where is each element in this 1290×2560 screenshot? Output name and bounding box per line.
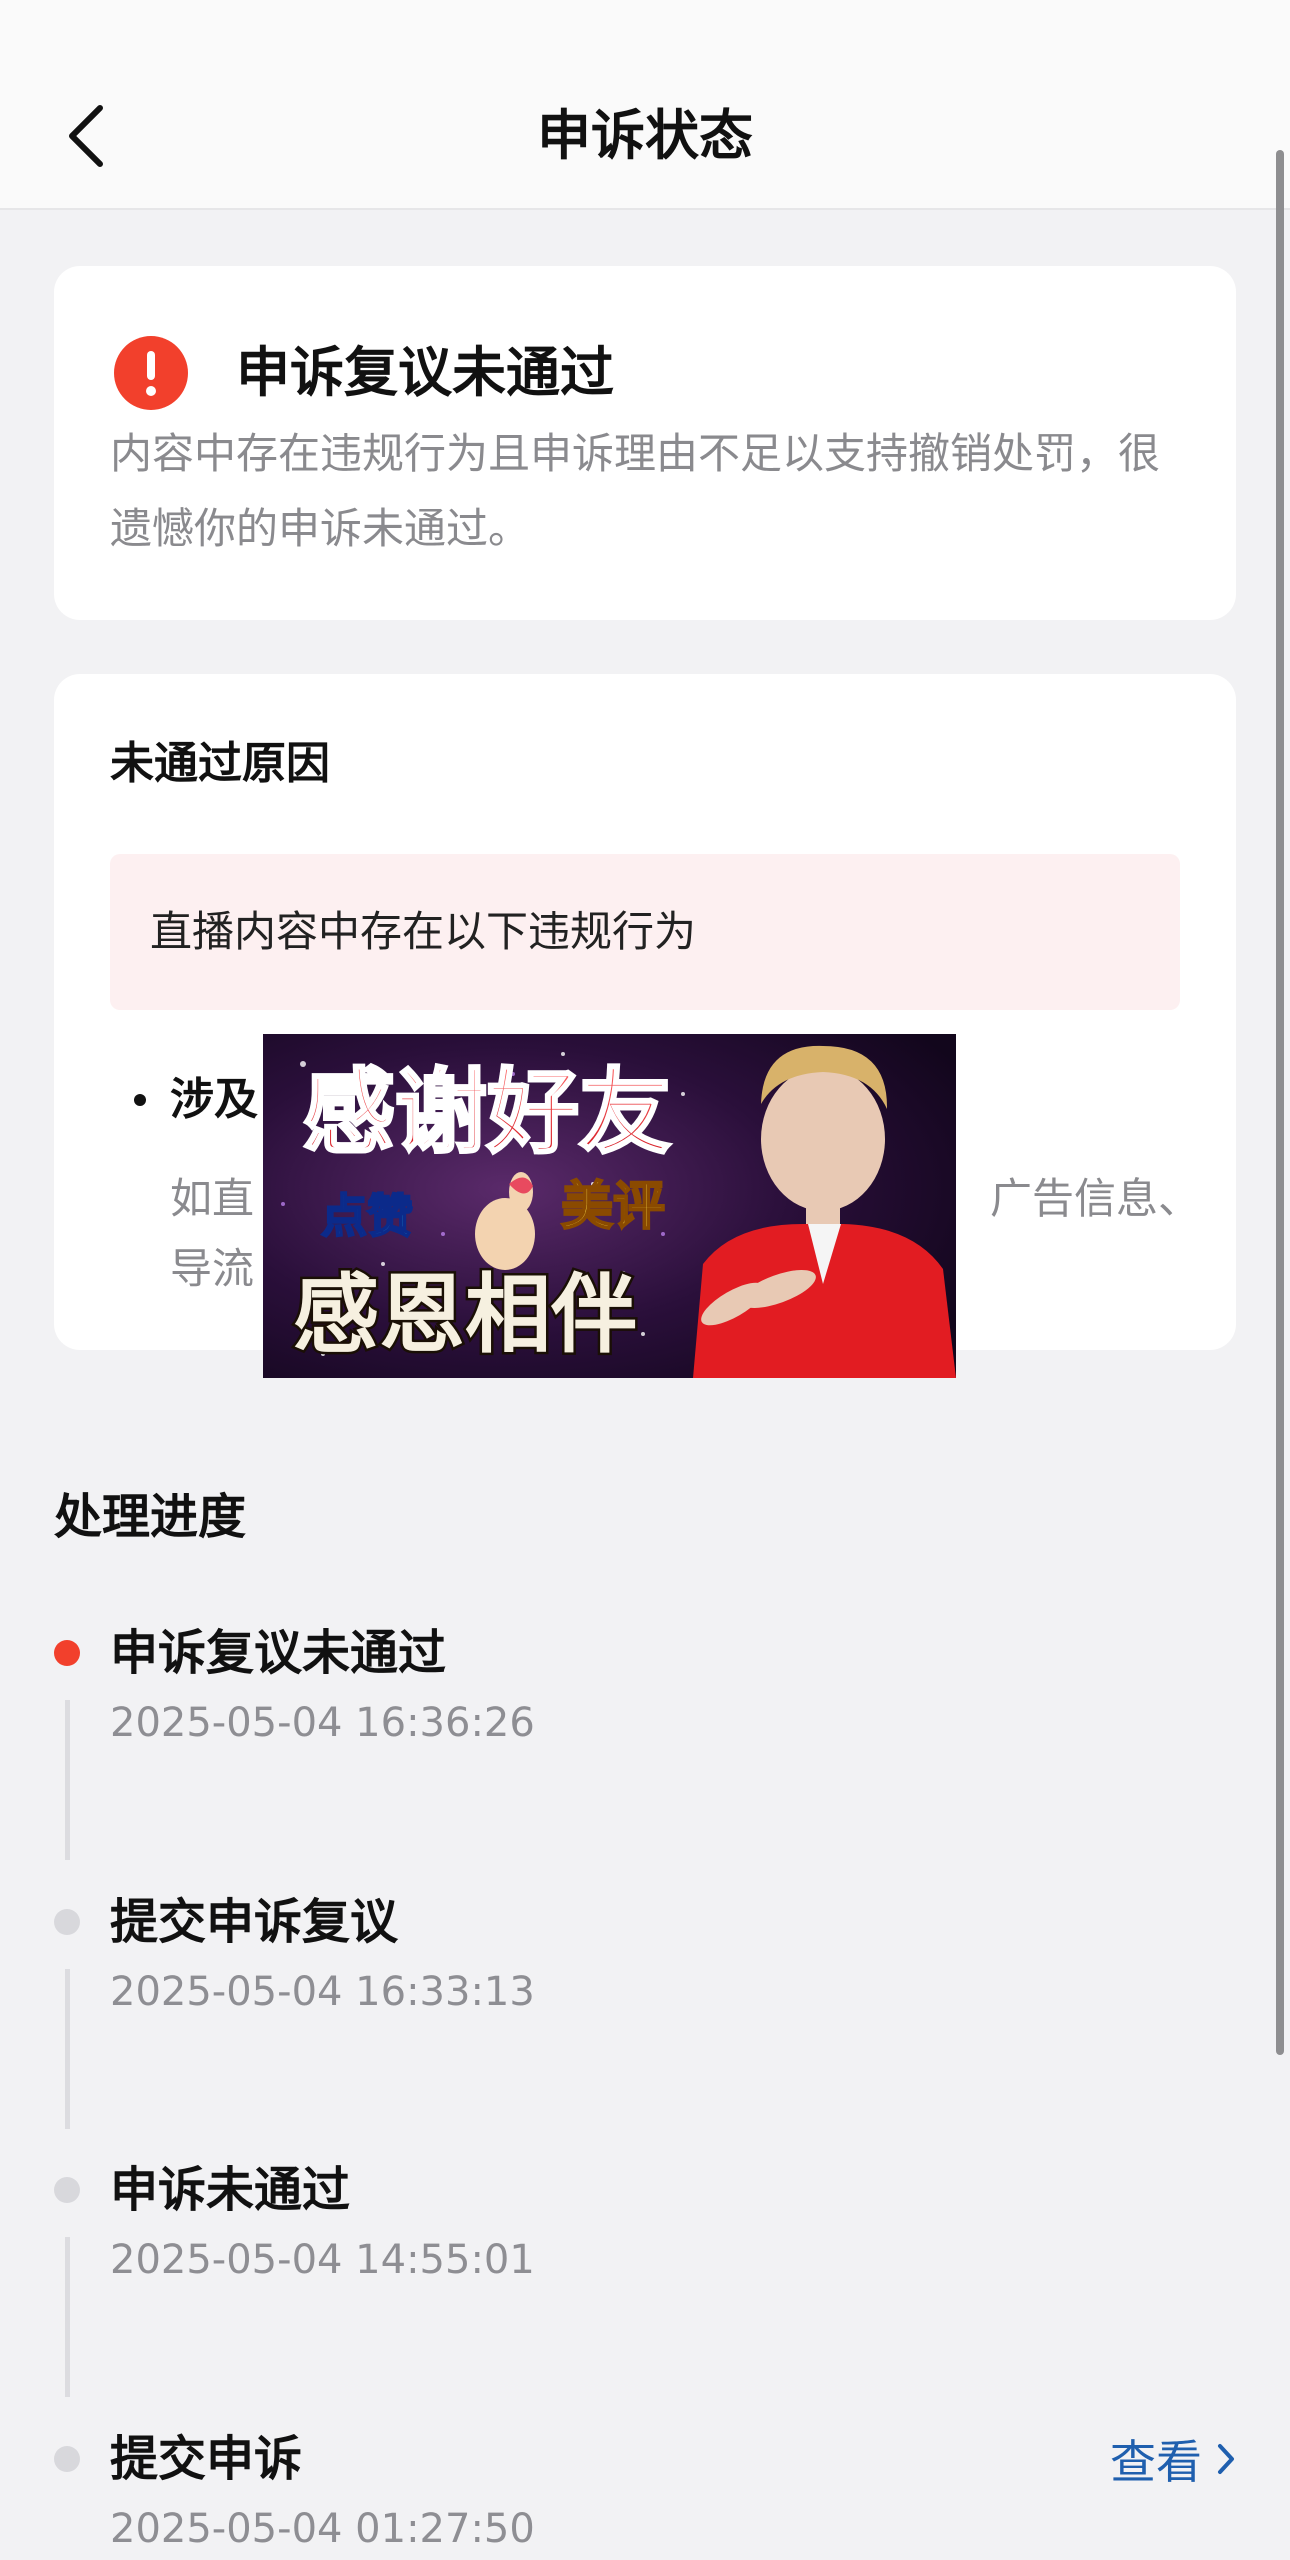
timeline-item: 申诉未通过 2025-05-04 14:55:01 xyxy=(0,2137,1290,2397)
overlay-title: 感谢好友 xyxy=(303,1059,671,1166)
status-title: 申诉复议未通过 xyxy=(236,341,614,404)
top-nav-bar: 申诉状态 xyxy=(0,0,1290,210)
overlay-bottom-text: 感恩相伴 xyxy=(293,1265,637,1365)
timeline-title: 申诉复议未通过 xyxy=(110,1625,447,1681)
timeline-item: 提交申诉复议 2025-05-04 16:33:13 xyxy=(0,1869,1290,2129)
timeline-line xyxy=(65,1700,70,1860)
timeline-dot xyxy=(54,1909,80,1935)
timeline-time: 2025-05-04 14:55:01 xyxy=(110,2237,535,2283)
timeline-dot xyxy=(54,2177,80,2203)
timeline-title: 申诉未通过 xyxy=(110,2162,351,2218)
page-title: 申诉状态 xyxy=(537,104,753,167)
timeline-item: 申诉复议未通过 2025-05-04 16:36:26 xyxy=(0,1600,1290,1860)
status-description: 内容中存在违规行为且申诉理由不足以支持撤销处罚，很遗憾你的申诉未通过。 xyxy=(110,429,1161,553)
timeline-title: 提交申诉 xyxy=(110,2431,303,2487)
timeline-time: 2025-05-04 16:33:13 xyxy=(110,1969,535,2015)
view-link[interactable]: 查看 xyxy=(1110,2424,1236,2494)
bullet-dot xyxy=(134,1094,146,1106)
view-link-label: 查看 xyxy=(1110,2435,1202,2489)
status-card: 申诉复议未通过 内容中存在违规行为且申诉理由不足以支持撤销处罚，很遗憾你的申诉未… xyxy=(54,266,1236,620)
chevron-right-icon xyxy=(1218,2444,1234,2474)
alert-icon xyxy=(114,336,188,410)
overlay-left-tag: 点赞 xyxy=(321,1189,413,1243)
timeline-time: 2025-05-04 16:36:26 xyxy=(110,1700,535,1746)
overlay-right-tag: 美评 xyxy=(561,1177,665,1237)
bullet-desc-start: 如直 xyxy=(170,1174,255,1223)
timeline-item: 提交申诉 2025-05-04 01:27:50 查看 xyxy=(0,2406,1290,2560)
reason-box: 直播内容中存在以下违规行为 xyxy=(110,854,1180,1010)
timeline-line xyxy=(65,2237,70,2397)
bullet-desc-end: 广告信息、 xyxy=(989,1174,1200,1223)
timeline-title: 提交申诉复议 xyxy=(110,1894,399,1950)
reason-heading: 未通过原因 xyxy=(110,738,330,789)
progress-heading: 处理进度 xyxy=(54,1489,247,1545)
timeline-dot xyxy=(54,2446,80,2472)
timeline-time: 2025-05-04 01:27:50 xyxy=(110,2506,535,2552)
reason-box-text: 直播内容中存在以下违规行为 xyxy=(150,907,697,956)
timeline-dot-active xyxy=(54,1640,80,1666)
overlay-video-thumbnail[interactable]: 感谢好友 点赞 美评 感恩相伴 xyxy=(263,1034,956,1378)
timeline-line xyxy=(65,1969,70,2129)
bullet-title: 涉及 xyxy=(170,1074,258,1125)
overlay-artwork: 感谢好友 点赞 美评 感恩相伴 xyxy=(263,1034,956,1378)
